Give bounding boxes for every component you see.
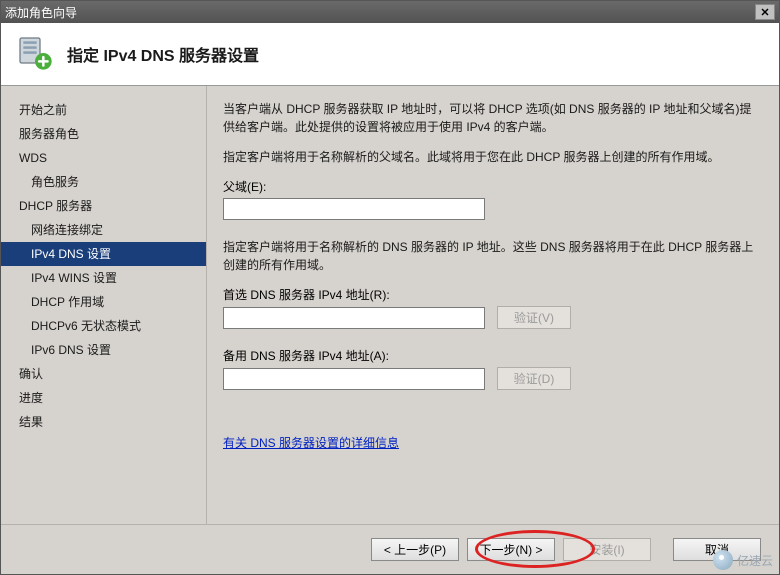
intro-paragraph-2: 指定客户端将用于名称解析的父域名。此域将用于您在此 DHCP 服务器上创建的所有… [223,148,763,166]
intro-paragraph-1: 当客户端从 DHCP 服务器获取 IP 地址时，可以将 DHCP 选项(如 DN… [223,100,763,136]
intro-paragraph-3: 指定客户端将用于名称解析的 DNS 服务器的 IP 地址。这些 DNS 服务器将… [223,238,763,274]
previous-button[interactable]: < 上一步(P) [371,538,459,561]
sidebar-item-0[interactable]: 开始之前 [1,98,206,122]
window-title: 添加角色向导 [5,4,77,21]
sidebar-item-10[interactable]: IPv6 DNS 设置 [1,338,206,362]
install-button: 安装(I) [563,538,651,561]
sidebar-item-4[interactable]: DHCP 服务器 [1,194,206,218]
preferred-dns-input[interactable] [223,307,485,329]
next-button[interactable]: 下一步(N) > [467,538,555,561]
alternate-dns-label: 备用 DNS 服务器 IPv4 地址(A): [223,347,763,364]
wizard-window: 添加角色向导 ✕ 指定 IPv4 DNS 服务器设置 开始之前服务器角色WDS角… [0,0,780,575]
body-area: 开始之前服务器角色WDS角色服务DHCP 服务器网络连接绑定IPv4 DNS 设… [1,86,779,524]
sidebar-item-13[interactable]: 结果 [1,410,206,434]
sidebar-item-1[interactable]: 服务器角色 [1,122,206,146]
parent-domain-input[interactable] [223,198,485,220]
sidebar-item-8[interactable]: DHCP 作用域 [1,290,206,314]
content-panel: 当客户端从 DHCP 服务器获取 IP 地址时，可以将 DHCP 选项(如 DN… [206,86,779,524]
page-title: 指定 IPv4 DNS 服务器设置 [67,42,259,66]
parent-domain-label: 父域(E): [223,178,763,195]
sidebar-item-11[interactable]: 确认 [1,362,206,386]
sidebar-item-3[interactable]: 角色服务 [1,170,206,194]
header-band: 指定 IPv4 DNS 服务器设置 [1,23,779,86]
sidebar-item-9[interactable]: DHCPv6 无状态模式 [1,314,206,338]
footer: < 上一步(P) 下一步(N) > 安装(I) 取消 [1,524,779,574]
sidebar-item-7[interactable]: IPv4 WINS 设置 [1,266,206,290]
validate-preferred-button: 验证(V) [497,306,571,329]
alternate-dns-input[interactable] [223,368,485,390]
sidebar-item-12[interactable]: 进度 [1,386,206,410]
sidebar: 开始之前服务器角色WDS角色服务DHCP 服务器网络连接绑定IPv4 DNS 设… [1,86,206,524]
wizard-icon [15,33,55,76]
cancel-button[interactable]: 取消 [673,538,761,561]
sidebar-item-5[interactable]: 网络连接绑定 [1,218,206,242]
titlebar: 添加角色向导 ✕ [1,1,779,23]
sidebar-item-2[interactable]: WDS [1,146,206,170]
close-icon: ✕ [760,6,769,19]
close-button[interactable]: ✕ [755,4,775,20]
alternate-dns-row: 备用 DNS 服务器 IPv4 地址(A): 验证(D) [223,347,763,390]
validate-alternate-button: 验证(D) [497,367,571,390]
sidebar-item-6[interactable]: IPv4 DNS 设置 [1,242,206,266]
preferred-dns-row: 首选 DNS 服务器 IPv4 地址(R): 验证(V) [223,286,763,329]
dns-info-link[interactable]: 有关 DNS 服务器设置的详细信息 [223,434,399,451]
parent-domain-row: 父域(E): [223,178,763,220]
preferred-dns-label: 首选 DNS 服务器 IPv4 地址(R): [223,286,763,303]
